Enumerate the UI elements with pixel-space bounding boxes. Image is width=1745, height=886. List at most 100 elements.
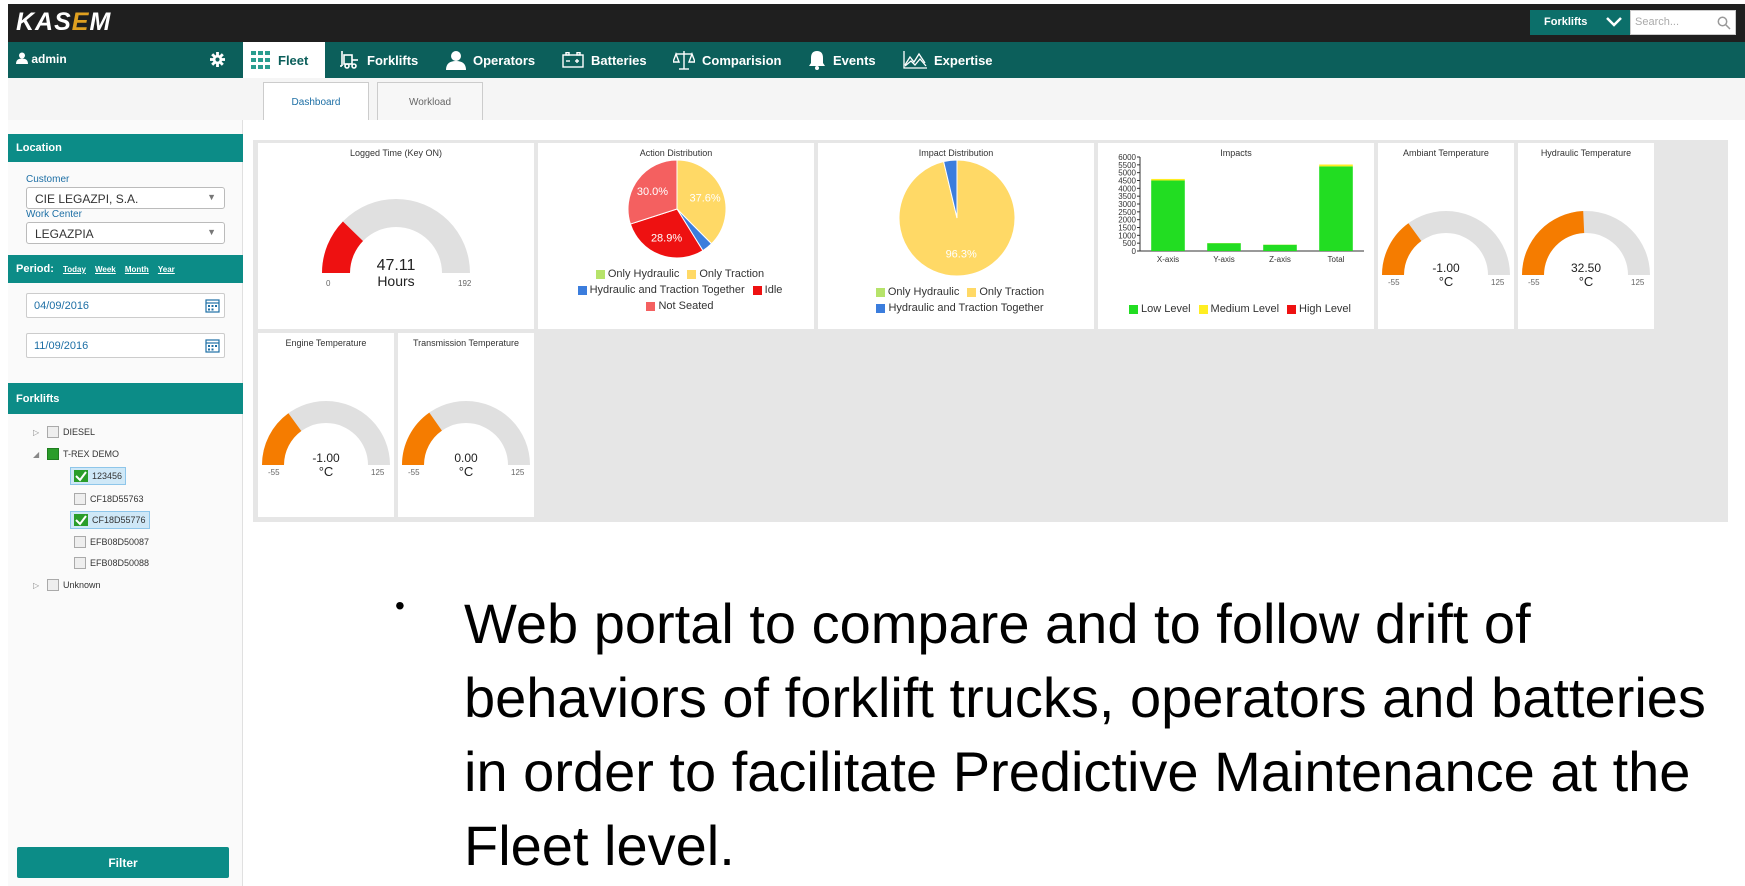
top-bar: KASEM xyxy=(8,4,1745,42)
tree-node-cf18d55776[interactable]: CF18D55776 xyxy=(70,511,150,529)
period-label: Period: xyxy=(16,263,54,275)
tree-node-efb08d50087[interactable]: EFB08D50087 xyxy=(74,536,149,548)
legend-swatch xyxy=(967,287,977,297)
nav-expertise[interactable]: Expertise xyxy=(895,42,1001,78)
gauge-min-label: -55 xyxy=(408,468,420,477)
date-to-input[interactable]: 11/09/2016 xyxy=(26,333,225,358)
chart-legend: Low Level Medium Level High Level xyxy=(1098,301,1374,317)
y-tick-label: 0 xyxy=(1132,247,1137,256)
legend-label: Medium Level xyxy=(1210,303,1280,315)
period-today-link[interactable]: Today xyxy=(63,265,86,274)
tree-node-unknown[interactable]: ▷ Unknown xyxy=(33,579,101,591)
bullet-icon: • xyxy=(395,590,405,621)
date-from-input[interactable]: 04/09/2016 xyxy=(26,293,225,318)
tab-workload[interactable]: Workload xyxy=(377,82,483,120)
checkmark-icon[interactable] xyxy=(74,514,88,526)
legend-swatch xyxy=(1287,304,1297,314)
x-tick-label: Total xyxy=(1328,255,1345,264)
pie-chart: 96.3% xyxy=(898,159,1016,277)
expand-icon[interactable]: ▷ xyxy=(33,581,43,590)
checkmark-icon[interactable] xyxy=(74,470,88,482)
bar xyxy=(1319,166,1353,251)
bar xyxy=(1319,164,1353,167)
checkbox[interactable] xyxy=(47,426,59,438)
bar-chart: 6000550050004500400035003000250020001500… xyxy=(1118,153,1364,264)
calendar-icon[interactable] xyxy=(205,338,220,353)
caption-text: Web portal to compare and to follow drif… xyxy=(464,592,1706,877)
workcenter-label: Work Center xyxy=(26,209,82,220)
gauge-min-label: -55 xyxy=(268,468,280,477)
gauge-chart xyxy=(322,199,470,273)
legend-label: Hydraulic and Traction Together xyxy=(589,284,745,296)
search-icon[interactable] xyxy=(1717,16,1731,30)
scale-icon xyxy=(673,51,695,70)
legend-swatch xyxy=(876,303,886,313)
gauge-card-hydraulic-temperature: Hydraulic Temperature 32.50 °C -55 125 xyxy=(1518,143,1654,329)
nav-comparision[interactable]: Comparision xyxy=(665,42,789,78)
checkbox[interactable] xyxy=(74,493,86,505)
user-menu[interactable]: admin xyxy=(16,52,67,66)
period-year-link[interactable]: Year xyxy=(158,265,175,274)
collapse-icon[interactable]: ◢ xyxy=(33,450,43,459)
checkbox[interactable] xyxy=(47,448,59,460)
gauge-card-ambiant-temperature: Ambiant Temperature -1.00 °C -55 125 xyxy=(1378,143,1514,329)
gauge-max-label: 125 xyxy=(511,468,525,477)
workcenter-select[interactable]: LEGAZPIA ▼ xyxy=(26,222,225,244)
gauge-max-label: 125 xyxy=(1631,278,1645,287)
kasem-logo: KASEM xyxy=(16,8,112,36)
nav-operators[interactable]: Operators xyxy=(438,42,543,78)
gauge-max-label: 125 xyxy=(371,468,385,477)
gauge-chart xyxy=(402,401,530,465)
customer-label: Customer xyxy=(26,174,70,185)
gauge-value: 0.00 xyxy=(454,451,478,465)
legend-label: Hydraulic and Traction Together xyxy=(888,302,1044,314)
period-month-link[interactable]: Month xyxy=(125,265,149,274)
gauge-value: -1.00 xyxy=(312,451,340,465)
pie-chart: 37.6% 28.9% 30.0% xyxy=(627,159,727,259)
x-tick-label: Y-axis xyxy=(1213,255,1235,264)
gear-icon[interactable] xyxy=(210,52,225,67)
legend-label: Only Traction xyxy=(699,268,765,280)
legend-label: Low Level xyxy=(1140,303,1191,315)
checkbox[interactable] xyxy=(74,557,86,569)
customer-select[interactable]: CIE LEGAZPI, S.A. ▼ xyxy=(26,187,225,209)
nav-fleet[interactable]: Fleet xyxy=(243,42,325,78)
tree-node-trex-demo[interactable]: ◢ T-REX DEMO xyxy=(33,448,119,460)
expand-icon[interactable]: ▷ xyxy=(33,428,43,437)
checkbox[interactable] xyxy=(47,579,59,591)
pie-card-impact-distribution: Impact Distribution 96.3% Only Hydraulic… xyxy=(818,143,1094,329)
gauge-min-label: 0 xyxy=(326,279,331,288)
tab-dashboard[interactable]: Dashboard xyxy=(263,82,369,120)
nav-batteries[interactable]: Batteries xyxy=(554,42,655,78)
nav-events[interactable]: Events xyxy=(800,42,884,78)
legend-swatch xyxy=(1198,304,1208,314)
search-input[interactable]: Search... xyxy=(1630,10,1736,35)
filter-button[interactable]: Filter xyxy=(17,847,229,878)
period-week-link[interactable]: Week xyxy=(95,265,116,274)
legend-swatch xyxy=(595,269,605,279)
gauge-min-label: -55 xyxy=(1388,278,1400,287)
legend-swatch xyxy=(577,285,587,295)
bell-icon xyxy=(809,51,825,70)
pie-data-label: 30.0% xyxy=(637,186,668,198)
calendar-icon[interactable] xyxy=(205,298,220,313)
gauge-unit: Hours xyxy=(377,273,415,289)
dropdown-arrow-icon: ▼ xyxy=(207,192,216,202)
bar xyxy=(1263,244,1297,251)
legend-label: Only Hydraulic xyxy=(887,286,960,298)
gauge-chart xyxy=(1382,211,1510,275)
entity-selector[interactable]: Forklifts xyxy=(1530,10,1630,35)
checkbox[interactable] xyxy=(74,536,86,548)
nav-forklifts[interactable]: Forklifts xyxy=(332,42,426,78)
gauge-chart xyxy=(1522,211,1650,275)
fleet-grid-icon xyxy=(251,51,270,69)
tree-node-cf18d55763[interactable]: CF18D55763 xyxy=(74,493,144,505)
tree-node-123456[interactable]: 123456 xyxy=(70,467,127,485)
gauge-card-engine-temperature: Engine Temperature -1.00 °C -55 125 xyxy=(258,333,394,517)
gauge-value: 47.11 xyxy=(376,257,416,274)
tree-node-diesel[interactable]: ▷ DIESEL xyxy=(33,426,95,438)
location-header: Location xyxy=(8,134,243,162)
main-nav: admin Fleet Forklifts Operators Batterie… xyxy=(8,42,1745,78)
gauge-max-label: 192 xyxy=(458,279,472,288)
tree-node-efb08d50088[interactable]: EFB08D50088 xyxy=(74,557,149,569)
